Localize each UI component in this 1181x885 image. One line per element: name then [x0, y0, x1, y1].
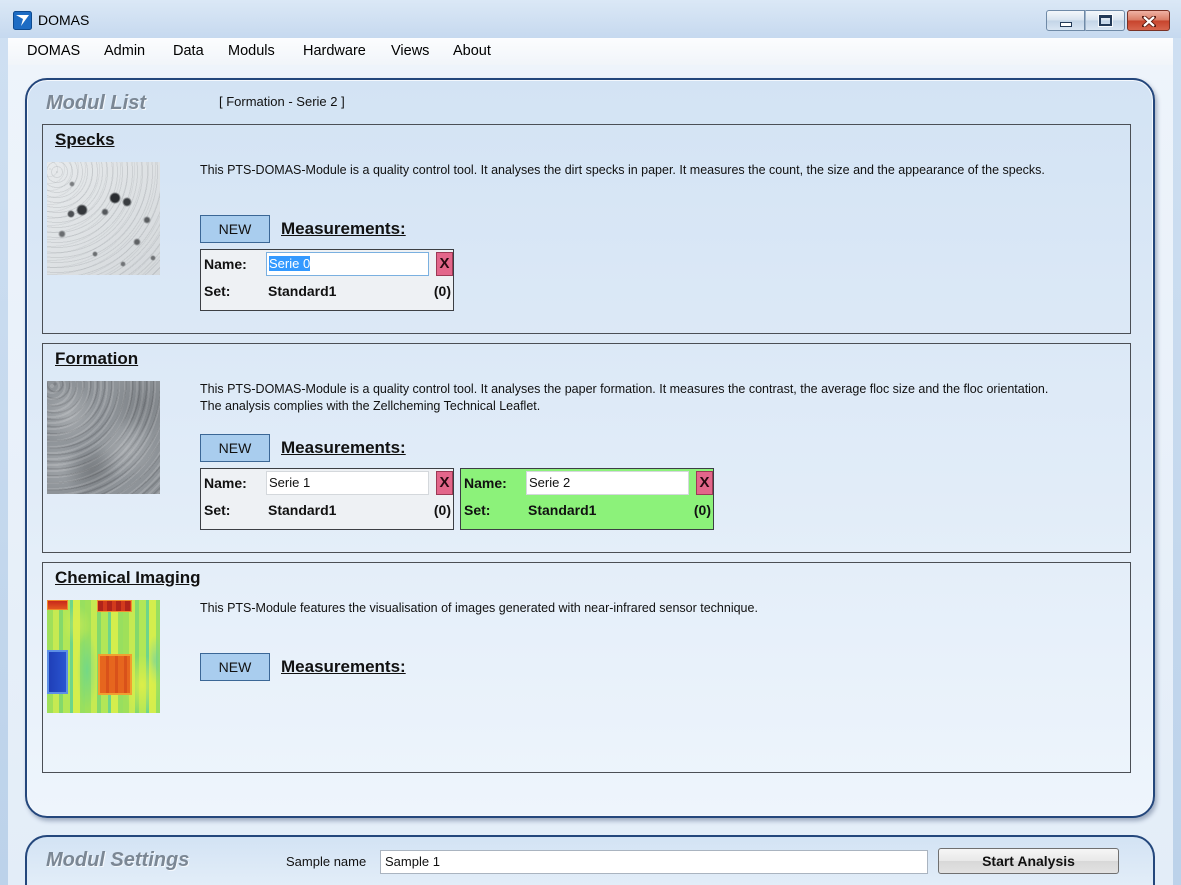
measurement-card-serie-2[interactable]: Name: Serie 2 X Set: Standard1 (0): [460, 468, 714, 530]
name-label: Name:: [464, 475, 507, 491]
name-label: Name:: [204, 475, 247, 491]
maximize-icon: [1099, 15, 1112, 26]
module-description-chemical-imaging: This PTS-Module features the visualisati…: [200, 600, 758, 617]
window-title: DOMAS: [38, 12, 90, 28]
measurements-heading-chemical-imaging: Measurements:: [281, 657, 406, 676]
measurement-count: (0): [433, 502, 451, 518]
heatmap-hotspot: [47, 600, 68, 610]
measurement-name-value: Serie 0: [269, 256, 311, 271]
measurement-card-serie-0[interactable]: Name: Serie 0 X Set: Standard1 (0): [200, 249, 454, 311]
sample-name-input[interactable]: Sample 1: [380, 850, 928, 874]
measurement-count: (0): [693, 502, 711, 518]
module-title-formation: Formation: [55, 349, 139, 368]
delete-measurement-button[interactable]: X: [696, 471, 713, 495]
module-description-line: This PTS-DOMAS-Module is a quality contr…: [200, 382, 1049, 396]
minimize-icon: [1060, 22, 1072, 27]
window-client-area: DOMAS Admin Data Moduls Hardware Views A…: [8, 38, 1173, 885]
module-description-formation: This PTS-DOMAS-Module is a quality contr…: [200, 381, 1048, 415]
set-label: Set:: [204, 283, 231, 299]
name-label: Name:: [204, 256, 247, 272]
menu-item-views[interactable]: Views: [391, 43, 429, 60]
module-chemical-imaging: Chemical Imaging This PTS-Module feature…: [42, 562, 1131, 773]
menu-item-hardware[interactable]: Hardware: [303, 43, 366, 60]
measurement-name-value: Serie 1: [269, 475, 311, 490]
module-specks: Specks This PTS-DOMAS-Module is a qualit…: [42, 124, 1131, 334]
delete-measurement-button[interactable]: X: [436, 252, 453, 276]
delete-measurement-button[interactable]: X: [436, 471, 453, 495]
start-analysis-button[interactable]: Start Analysis: [938, 848, 1119, 874]
module-formation: Formation This PTS-DOMAS-Module is a qua…: [42, 343, 1131, 553]
heatmap-hotspot: [97, 600, 132, 612]
modul-settings-title: Modul Settings: [46, 849, 190, 871]
module-description-line: This PTS-Module features the visualisati…: [200, 601, 758, 615]
module-title-specks: Specks: [55, 130, 115, 149]
close-button[interactable]: [1127, 10, 1170, 31]
measurement-name-input[interactable]: Serie 0: [266, 252, 429, 276]
set-value: Standard1: [528, 502, 597, 518]
measurement-count: (0): [433, 283, 451, 299]
close-icon: [1142, 16, 1156, 27]
modul-list-title: Modul List: [46, 92, 146, 114]
heatmap-cold-region: [47, 650, 68, 694]
menu-item-domas[interactable]: DOMAS: [27, 43, 80, 60]
measurement-name-input[interactable]: Serie 2: [526, 471, 689, 495]
set-label: Set:: [204, 502, 231, 518]
new-measurement-button-chemical-imaging[interactable]: NEW: [200, 653, 270, 681]
heatmap-hotspot: [98, 654, 132, 695]
window-title-bar: DOMAS: [0, 0, 1181, 38]
new-measurement-button-formation[interactable]: NEW: [200, 434, 270, 462]
menu-item-about[interactable]: About: [453, 43, 491, 60]
measurement-name-input[interactable]: Serie 1: [266, 471, 429, 495]
modul-settings-panel: Modul Settings Sample name Sample 1 Star…: [25, 835, 1155, 885]
set-value: Standard1: [268, 283, 337, 299]
current-selection-label: [ Formation - Serie 2 ]: [219, 94, 345, 109]
new-measurement-button-specks[interactable]: NEW: [200, 215, 270, 243]
maximize-button[interactable]: [1085, 10, 1125, 31]
measurements-heading-formation: Measurements:: [281, 438, 406, 457]
specks-sample-image: [47, 162, 160, 275]
domas-logo-icon: [13, 11, 32, 30]
set-label: Set:: [464, 502, 491, 518]
sample-name-label: Sample name: [286, 854, 367, 869]
menu-item-moduls[interactable]: Moduls: [228, 43, 275, 60]
module-title-chemical-imaging: Chemical Imaging: [55, 568, 201, 587]
chemical-imaging-heatmap-image: [47, 600, 160, 713]
measurements-heading-specks: Measurements:: [281, 219, 406, 238]
modul-list-panel: Modul List [ Formation - Serie 2 ] Speck…: [25, 78, 1155, 818]
module-description-line: The analysis complies with the Zellchemi…: [200, 399, 541, 413]
menu-item-data[interactable]: Data: [173, 43, 204, 60]
measurement-card-serie-1[interactable]: Name: Serie 1 X Set: Standard1 (0): [200, 468, 454, 530]
measurement-name-value: Serie 2: [529, 475, 571, 490]
menu-bar: DOMAS Admin Data Moduls Hardware Views A…: [8, 38, 1173, 65]
module-description-specks: This PTS-DOMAS-Module is a quality contr…: [200, 162, 1045, 179]
formation-sample-image: [47, 381, 160, 494]
module-description-line: This PTS-DOMAS-Module is a quality contr…: [200, 163, 1045, 177]
set-value: Standard1: [268, 502, 337, 518]
menu-item-admin[interactable]: Admin: [104, 43, 145, 60]
minimize-button[interactable]: [1046, 10, 1085, 31]
